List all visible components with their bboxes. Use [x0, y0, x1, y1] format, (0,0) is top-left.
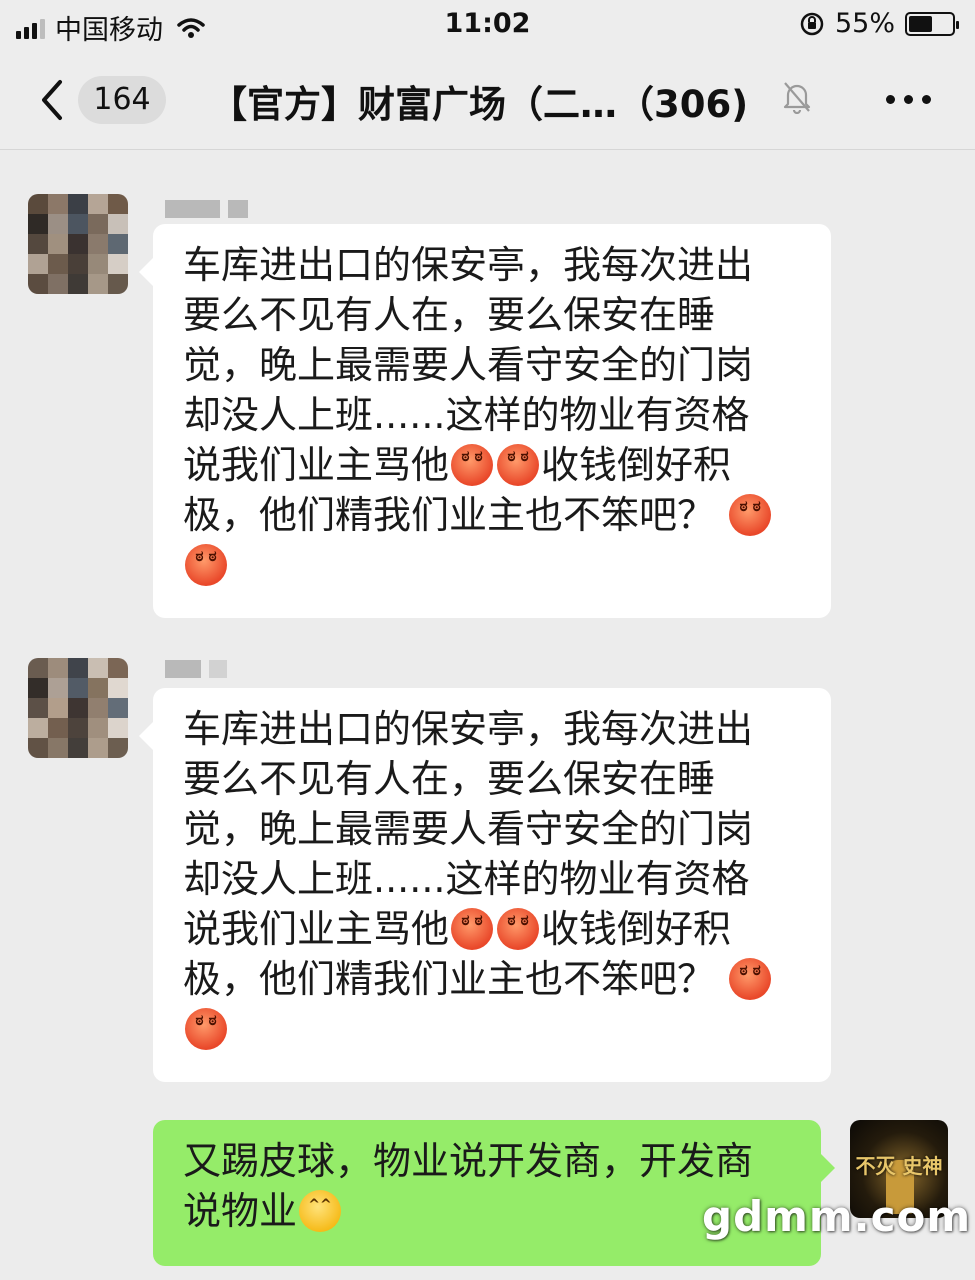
message-text-line: 却没人上班......这样的物业有资格 — [183, 393, 750, 437]
unread-count-badge[interactable]: 164 — [78, 76, 166, 124]
avatar-mosaic-cell — [28, 214, 48, 234]
message-text-line: 说我们业主骂他 — [183, 443, 450, 487]
avatar-mosaic-cell — [88, 234, 108, 254]
avatar-mosaic-cell — [88, 738, 108, 758]
avatar-mosaic-cell — [68, 738, 88, 758]
avatar-mosaic-cell — [88, 678, 108, 698]
message-text-line: 要么不见有人在，要么保安在睡 — [183, 757, 716, 801]
chevron-left-icon[interactable] — [34, 76, 74, 124]
battery-percent: 55% — [834, 8, 895, 39]
message-text-line: 却没人上班......这样的物业有资格 — [183, 857, 750, 901]
avatar-mosaic-cell — [48, 194, 68, 214]
avatar-mosaic-cell — [28, 718, 48, 738]
message-text-line: 车库进出口的保安亭，我每次进出 — [183, 243, 754, 287]
angry-face-emoji — [185, 544, 227, 586]
avatar-mosaic-cell — [48, 678, 68, 698]
avatar-mosaic-cell — [88, 718, 108, 738]
battery-icon — [905, 11, 959, 36]
avatar-mosaic-cell — [88, 194, 108, 214]
message-text-line: 又踢皮球，物业说开发商，开发商 — [183, 1139, 754, 1183]
avatar-mosaic-cell — [88, 254, 108, 274]
chat-header: 164 【官方】财富广场（二…（306) — [0, 50, 975, 150]
avatar-mosaic-cell — [108, 678, 128, 698]
avatar-caption: 不灭 史神 — [855, 1154, 943, 1178]
avatar-mosaic-cell — [48, 234, 68, 254]
avatar-mosaic-cell — [108, 698, 128, 718]
avatar-mosaic-cell — [48, 698, 68, 718]
avatar-mosaic-cell — [28, 234, 48, 254]
message-text-line: 说我们业主骂他 — [183, 907, 450, 951]
avatar-mosaic-cell — [108, 194, 128, 214]
sender-name-redacted — [165, 200, 248, 218]
avatar-mosaic-cell — [108, 254, 128, 274]
rotation-lock-icon — [800, 12, 824, 35]
message-text-line: 觉，晚上最需要人看守安全的门岗 — [183, 807, 754, 851]
avatar-mosaic-cell — [68, 698, 88, 718]
avatar-mosaic-cell — [68, 274, 88, 294]
status-bar-right: 55% — [799, 8, 959, 39]
angry-face-emoji — [185, 1008, 227, 1050]
avatar-mosaic-cell — [88, 698, 108, 718]
avatar-mosaic-cell — [28, 738, 48, 758]
angry-face-emoji — [729, 958, 772, 1000]
message-text-line: 说物业 — [183, 1189, 298, 1233]
avatar-mosaic-cell — [68, 214, 88, 234]
avatar-mosaic-cell — [28, 254, 48, 274]
avatar[interactable] — [28, 194, 128, 294]
avatar-mosaic-cell — [48, 214, 68, 234]
avatar-mosaic-cell — [88, 274, 108, 294]
watermark: gdmm.com — [702, 1192, 972, 1241]
avatar-mosaic-cell — [108, 658, 128, 678]
battery-fill — [909, 15, 933, 32]
avatar-mosaic-cell — [108, 738, 128, 758]
angry-face-emoji — [729, 494, 772, 536]
avatar-mosaic-cell — [48, 738, 68, 758]
avatar-mosaic-cell — [68, 658, 88, 678]
message-text-line: 车库进出口的保安亭，我每次进出 — [183, 707, 754, 751]
avatar-mosaic-cell — [108, 214, 128, 234]
message-text-line: 极，他们精我们业主也不笨吧？ — [183, 957, 716, 1001]
message-text-line: 觉，晚上最需要人看守安全的门岗 — [183, 343, 754, 387]
avatar-mosaic-cell — [28, 698, 48, 718]
message-text-line: 要么不见有人在，要么保安在睡 — [183, 293, 716, 337]
bell-off-icon — [783, 82, 811, 114]
angry-face-emoji — [451, 908, 494, 950]
angry-face-emoji — [451, 444, 494, 486]
avatar-mosaic-cell — [108, 718, 128, 738]
avatar-mosaic-cell — [88, 658, 108, 678]
avatar-mosaic-cell — [108, 274, 128, 294]
avatar-mosaic-cell — [68, 194, 88, 214]
message-text-line: 收钱倒好积 — [541, 907, 732, 951]
avatar-mosaic-cell — [48, 718, 68, 738]
message-bubble[interactable]: 车库进出口的保安亭，我每次进出 要么不见有人在，要么保安在睡 觉，晚上最需要人看… — [139, 224, 831, 618]
sender-name-redacted — [165, 660, 227, 678]
avatar-mosaic-cell — [48, 658, 68, 678]
avatar-mosaic-cell — [68, 678, 88, 698]
angry-face-emoji — [497, 908, 540, 950]
avatar-mosaic-cell — [88, 214, 108, 234]
angry-face-emoji — [497, 444, 540, 486]
avatar-mosaic-cell — [108, 234, 128, 254]
avatar-mosaic-cell — [28, 678, 48, 698]
avatar-mosaic-cell — [48, 274, 68, 294]
avatar-mosaic-cell — [48, 254, 68, 274]
avatar-mosaic-cell — [28, 194, 48, 214]
message-text-line: 极，他们精我们业主也不笨吧？ — [183, 493, 716, 537]
avatar-mosaic-cell — [68, 254, 88, 274]
avatar-mosaic-cell — [28, 274, 48, 294]
message-bubble[interactable]: 车库进出口的保安亭，我每次进出 要么不见有人在，要么保安在睡 觉，晚上最需要人看… — [139, 688, 831, 1082]
avatar[interactable] — [28, 658, 128, 758]
avatar-mosaic-cell — [68, 234, 88, 254]
ellipsis-icon[interactable] — [886, 84, 936, 114]
message-text-line: 收钱倒好积 — [541, 443, 732, 487]
avatar-mosaic-cell — [68, 718, 88, 738]
laughing-tears-emoji — [299, 1190, 342, 1232]
chat-title: 【官方】财富广场（二…（306) — [210, 83, 749, 126]
status-bar: 中国移动 11:02 55% — [0, 0, 975, 50]
avatar-mosaic-cell — [28, 658, 48, 678]
